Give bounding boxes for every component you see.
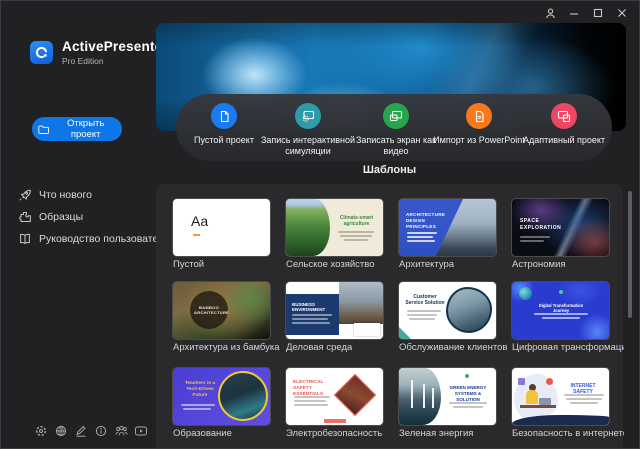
community-people-icon[interactable] <box>113 423 129 439</box>
template-thumbnail: Digital Transformation Journey <box>512 282 609 339</box>
template-thumbnail: Teachers in a Tech-Driven Future <box>173 368 270 425</box>
thumb-title: BUSINESS ENVIRONMENT <box>292 302 334 312</box>
template-thumbnail: INTERNET SAFETY <box>512 368 609 425</box>
template-label: Безопасность в интернете <box>512 428 624 439</box>
sidebar-item-label: Образцы <box>39 211 83 223</box>
titlebar <box>1 1 639 25</box>
open-project-label: Открыть проект <box>55 118 116 140</box>
settings-gear-icon[interactable] <box>33 423 49 439</box>
template-label: Электробезопасность <box>286 428 398 439</box>
action-label: Адаптивный проект <box>523 135 605 146</box>
sidebar-item-label: Что новoго <box>39 189 92 201</box>
template-card-bamboo[interactable]: BAMBOO ARCHITECTURE Архитектура из бамбу… <box>173 282 270 356</box>
maximize-icon <box>593 8 603 18</box>
minimize-icon <box>569 8 579 18</box>
thumb-title: BAMBOO ARCHITECTURE <box>194 305 224 315</box>
activepresenter-start-window: ActivePresenter Pro Edition Открыть прое… <box>0 0 640 449</box>
action-responsive-project[interactable]: Адаптивный проект <box>514 103 614 146</box>
about-info-icon[interactable] <box>93 423 109 439</box>
open-project-button[interactable]: Открыть проект <box>32 117 122 141</box>
template-card-electrical-safety[interactable]: ELECTRICAL SAFETY ESSENTIALS Электробезо… <box>286 368 383 442</box>
close-icon <box>617 8 627 18</box>
minimize-button[interactable] <box>565 4 583 22</box>
template-card-digital-transformation[interactable]: Digital Transformation Journey Цифровая … <box>512 282 609 356</box>
template-label: Пустой <box>173 259 285 270</box>
templates-panel: Aa Пустой Climate-smart agriculture Сель… <box>156 184 623 449</box>
close-button[interactable] <box>613 4 631 22</box>
language-globe-icon[interactable] <box>53 423 69 439</box>
template-card-customer-service[interactable]: Customer Service Solution Обслуживание к… <box>399 282 496 356</box>
brand: ActivePresenter Pro Edition <box>30 39 168 66</box>
template-card-astronomy[interactable]: SPACE EXPLORATION Астрономия <box>512 199 609 273</box>
puzzle-icon <box>18 210 32 224</box>
thumb-title: GREEN ENERGY SYSTEMS & SOLUTION <box>445 385 491 403</box>
sidebar-item-whats-new[interactable]: Что новoго <box>14 186 174 204</box>
app-logo-icon <box>30 41 53 64</box>
screen-record-gear-icon <box>295 103 321 129</box>
template-card-education[interactable]: Teachers in a Tech-Driven Future Образов… <box>173 368 270 442</box>
template-label: Архитектура <box>399 259 511 270</box>
template-label: Сельское хозяйство <box>286 259 398 270</box>
template-thumbnail: ARCHITECTURE DESIGN PRINCIPLES <box>399 199 496 256</box>
thumb-title: Aa <box>191 213 208 229</box>
action-record-simulation[interactable]: Запись интерактивной симуляции <box>258 103 358 157</box>
thumb-title: Teachers in a Tech-Driven Future <box>179 381 221 399</box>
scrollbar[interactable] <box>628 191 632 318</box>
template-card-internet-safety[interactable]: INTERNET SAFETY Безопасность в интернете <box>512 368 609 442</box>
template-thumbnail: BUSINESS ENVIRONMENT <box>286 282 383 339</box>
template-card-agriculture[interactable]: Climate-smart agriculture Сельское хозяй… <box>286 199 383 273</box>
template-thumbnail: Climate-smart agriculture <box>286 199 383 256</box>
thumb-title: ARCHITECTURE DESIGN PRINCIPLES <box>406 212 446 230</box>
feedback-pencil-icon[interactable] <box>73 423 89 439</box>
template-label: Цифровая трансформация <box>512 342 624 353</box>
account-button[interactable] <box>541 4 559 22</box>
template-label: Образование <box>173 428 285 439</box>
thumb-title: Climate-smart agriculture <box>334 215 379 227</box>
sidebar-nav: Что новoго Образцы Руководство пользоват… <box>14 186 174 248</box>
responsive-screens-icon <box>551 103 577 129</box>
sidebar-item-samples[interactable]: Образцы <box>14 208 174 226</box>
book-icon <box>18 232 32 246</box>
powerpoint-file-icon <box>466 103 492 129</box>
rocket-icon <box>18 188 32 202</box>
template-label: Астрономия <box>512 259 624 270</box>
template-thumbnail: Customer Service Solution <box>399 282 496 339</box>
template-label: Деловая среда <box>286 342 398 353</box>
template-label: Зеленая энергия <box>399 428 511 439</box>
template-card-business[interactable]: BUSINESS ENVIRONMENT Деловая среда <box>286 282 383 356</box>
screen-video-icon <box>383 103 409 129</box>
quick-actions-bar: Пустой проект Запись интерактивной симул… <box>176 94 612 161</box>
action-label: Пустой проект <box>194 135 254 146</box>
template-thumbnail: SPACE EXPLORATION <box>512 199 609 256</box>
sidebar-item-user-guide[interactable]: Руководство пользователя <box>14 230 174 248</box>
folder-icon <box>38 124 49 135</box>
thumb-title: Customer Service Solution <box>405 294 445 306</box>
template-thumbnail: Aa <box>173 199 270 256</box>
template-card-blank[interactable]: Aa Пустой <box>173 199 270 273</box>
template-label: Архитектура из бамбука <box>173 342 285 353</box>
template-thumbnail: BAMBOO ARCHITECTURE <box>173 282 270 339</box>
template-thumbnail: GREEN ENERGY SYSTEMS & SOLUTION <box>399 368 496 425</box>
action-label: Запись интерактивной симуляции <box>258 135 358 157</box>
app-edition: Pro Edition <box>62 56 168 66</box>
app-name: ActivePresenter <box>62 39 168 54</box>
blank-document-icon <box>211 103 237 129</box>
video-tutorials-icon[interactable] <box>133 423 149 439</box>
thumb-title: SPACE EXPLORATION <box>520 218 554 232</box>
template-card-green-energy[interactable]: GREEN ENERGY SYSTEMS & SOLUTION Зеленая … <box>399 368 496 442</box>
account-icon <box>544 7 557 20</box>
maximize-button[interactable] <box>589 4 607 22</box>
template-thumbnail: ELECTRICAL SAFETY ESSENTIALS <box>286 368 383 425</box>
sidebar-item-label: Руководство пользователя <box>39 233 170 245</box>
thumb-title: Digital Transformation Journey <box>536 303 586 313</box>
template-card-architecture[interactable]: ARCHITECTURE DESIGN PRINCIPLES Архитекту… <box>399 199 496 273</box>
footer-toolbar <box>33 423 149 439</box>
template-label: Обслуживание клиентов <box>399 342 511 353</box>
action-label: Импорт из PowerPoint <box>433 135 525 146</box>
templates-heading: Шаблоны <box>156 164 623 176</box>
